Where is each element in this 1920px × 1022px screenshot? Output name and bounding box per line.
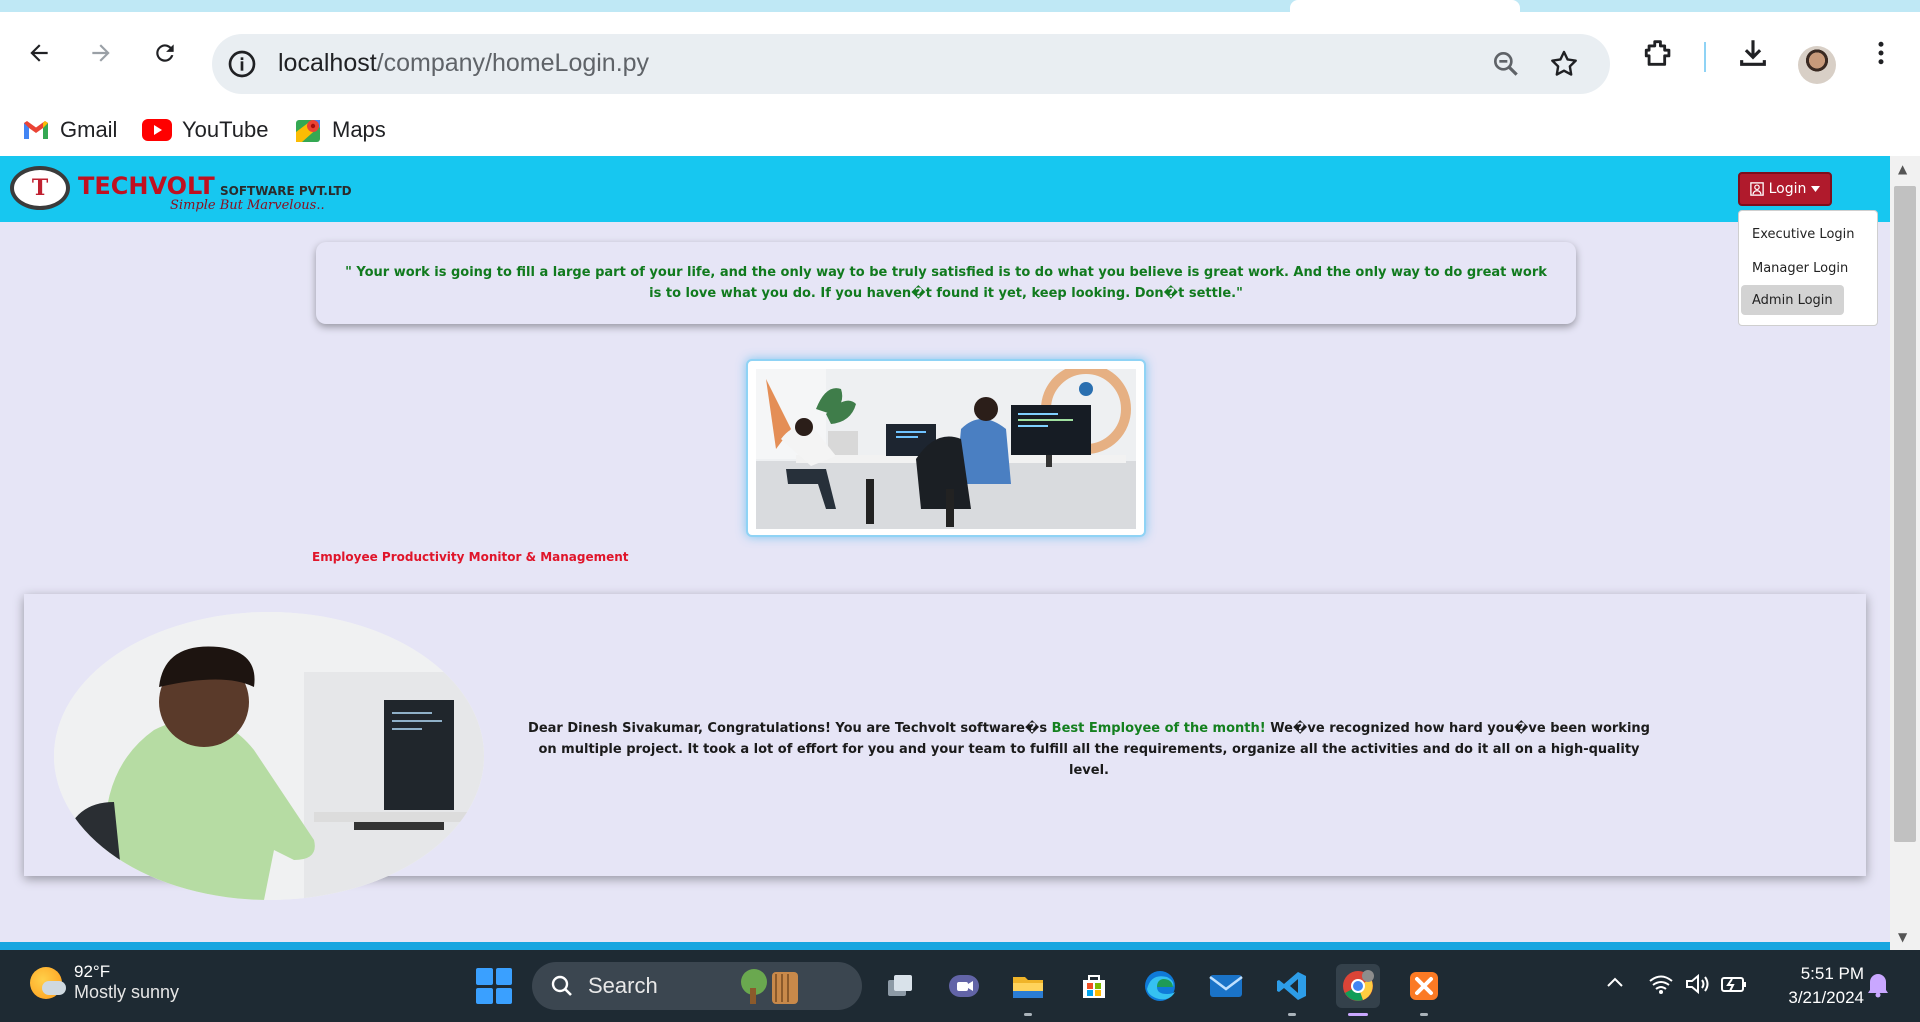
scroll-down-icon[interactable]: ▼ bbox=[1898, 930, 1907, 944]
login-dropdown-menu: Executive Login Manager Login Admin Logi… bbox=[1738, 210, 1878, 326]
scrollbar-thumb[interactable] bbox=[1894, 186, 1916, 842]
employee-photo bbox=[54, 612, 484, 900]
weather-widget[interactable]: 92°F Mostly sunny bbox=[30, 962, 179, 1003]
url-host: localhost bbox=[278, 49, 377, 77]
volume-icon[interactable] bbox=[1684, 972, 1710, 1001]
login-label: Login bbox=[1768, 181, 1807, 197]
footer-strip bbox=[0, 942, 1890, 950]
message-intro: Dear Dinesh Sivakumar, Congratulations! … bbox=[528, 721, 1052, 736]
web-page: T TECHVOLT SOFTWARE PVT.LTD Simple But M… bbox=[0, 156, 1890, 950]
back-arrow-icon bbox=[30, 44, 48, 62]
address-bar[interactable]: localhost/company/homeLogin.py bbox=[212, 34, 1610, 94]
clock-time: 5:51 PM bbox=[1800, 964, 1864, 983]
employee-of-month-card: Dear Dinesh Sivakumar, Congratulations! … bbox=[24, 594, 1866, 900]
windows-taskbar: 92°F Mostly sunny Search 5:51 PM 3/21/20… bbox=[0, 950, 1920, 1022]
office-illustration bbox=[756, 369, 1136, 529]
zoom-icon[interactable] bbox=[1490, 48, 1522, 84]
gmail-icon bbox=[24, 121, 48, 139]
wifi-icon[interactable] bbox=[1648, 972, 1674, 1001]
page-scrollbar[interactable]: ▲ ▼ bbox=[1890, 156, 1920, 950]
profile-avatar[interactable] bbox=[1798, 46, 1836, 84]
notification-bell-icon[interactable] bbox=[1866, 970, 1890, 1003]
youtube-icon bbox=[142, 119, 172, 141]
forward-button[interactable] bbox=[86, 38, 116, 68]
search-label: Search bbox=[588, 973, 658, 998]
xampp-icon[interactable] bbox=[1402, 964, 1446, 1016]
weather-condition: Mostly sunny bbox=[74, 982, 180, 1002]
taskbar-search[interactable]: Search bbox=[532, 962, 862, 1010]
task-view-icon[interactable] bbox=[878, 964, 922, 1008]
tagline: Employee Productivity Monitor & Manageme… bbox=[312, 550, 629, 564]
toolbar-divider bbox=[1704, 42, 1706, 72]
menu-item-admin-login[interactable]: Admin Login bbox=[1741, 285, 1844, 315]
bookmark-label: Maps bbox=[332, 117, 386, 142]
bookmarks-bar: Gmail YouTube Maps bbox=[0, 106, 1920, 156]
reload-button[interactable] bbox=[150, 38, 180, 68]
show-hidden-icons[interactable] bbox=[1604, 972, 1626, 999]
active-tab[interactable] bbox=[1290, 0, 1520, 12]
site-info-icon[interactable] bbox=[226, 48, 258, 84]
logo-tagline: Simple But Marvelous.. bbox=[170, 198, 325, 213]
url-path: /company/homeLogin.py bbox=[376, 49, 650, 77]
bookmark-gmail[interactable]: Gmail bbox=[22, 114, 117, 146]
logo-emblem: T bbox=[10, 166, 70, 210]
weather-sun-icon bbox=[30, 966, 66, 999]
battery-icon[interactable] bbox=[1720, 972, 1748, 1001]
bookmark-label: Gmail bbox=[60, 117, 118, 142]
bookmark-maps[interactable]: Maps bbox=[294, 114, 386, 146]
menu-item-executive-login[interactable]: Executive Login bbox=[1741, 219, 1866, 249]
office-hero-image bbox=[746, 359, 1146, 537]
bookmark-star-icon[interactable] bbox=[1548, 48, 1580, 84]
quote-box: " Your work is going to fill a large par… bbox=[316, 242, 1576, 324]
search-icon bbox=[551, 975, 572, 996]
browser-toolbar: localhost/company/homeLogin.py bbox=[0, 12, 1920, 106]
back-button[interactable] bbox=[24, 38, 54, 68]
chrome-icon[interactable] bbox=[1336, 964, 1380, 1016]
logo-suffix: SOFTWARE PVT.LTD bbox=[220, 184, 352, 198]
vscode-icon[interactable] bbox=[1270, 964, 1314, 1016]
download-icon[interactable] bbox=[1736, 36, 1770, 74]
company-logo[interactable]: T TECHVOLT SOFTWARE PVT.LTD Simple But M… bbox=[10, 166, 400, 213]
temperature: 92°F bbox=[74, 962, 111, 981]
start-button[interactable] bbox=[476, 968, 512, 1004]
extensions-icon[interactable] bbox=[1642, 36, 1676, 74]
scroll-up-icon[interactable]: ▲ bbox=[1898, 162, 1907, 176]
bookmark-youtube[interactable]: YouTube bbox=[142, 114, 268, 146]
microsoft-store-icon[interactable] bbox=[1072, 964, 1116, 1008]
tab-strip bbox=[0, 0, 1920, 12]
edge-icon[interactable] bbox=[1138, 964, 1182, 1008]
maps-icon bbox=[296, 120, 320, 142]
login-dropdown-button[interactable]: Login bbox=[1738, 172, 1832, 206]
quote-text: " Your work is going to fill a large par… bbox=[345, 265, 1547, 301]
employee-message: Dear Dinesh Sivakumar, Congratulations! … bbox=[524, 718, 1654, 781]
forward-arrow-icon bbox=[92, 44, 110, 62]
teams-chat-icon[interactable] bbox=[942, 964, 986, 1008]
user-icon bbox=[1749, 182, 1764, 196]
file-explorer-icon[interactable] bbox=[1006, 964, 1050, 1016]
reload-icon bbox=[156, 44, 174, 62]
bookmark-label: YouTube bbox=[182, 117, 269, 142]
url-text[interactable]: localhost/company/homeLogin.py bbox=[278, 49, 649, 78]
message-highlight: Best Employee of the month! bbox=[1051, 721, 1266, 736]
caret-down-icon bbox=[1811, 186, 1821, 192]
logo-brand: TECHVOLT bbox=[78, 172, 215, 200]
site-header: T TECHVOLT SOFTWARE PVT.LTD Simple But M… bbox=[0, 156, 1890, 222]
menu-item-manager-login[interactable]: Manager Login bbox=[1741, 253, 1859, 283]
search-highlight-icon bbox=[740, 969, 798, 1004]
clock-date: 3/21/2024 bbox=[1788, 988, 1864, 1007]
mail-icon[interactable] bbox=[1204, 964, 1248, 1008]
system-clock[interactable]: 5:51 PM 3/21/2024 bbox=[1764, 962, 1864, 1010]
browser-menu-icon[interactable] bbox=[1866, 36, 1896, 74]
